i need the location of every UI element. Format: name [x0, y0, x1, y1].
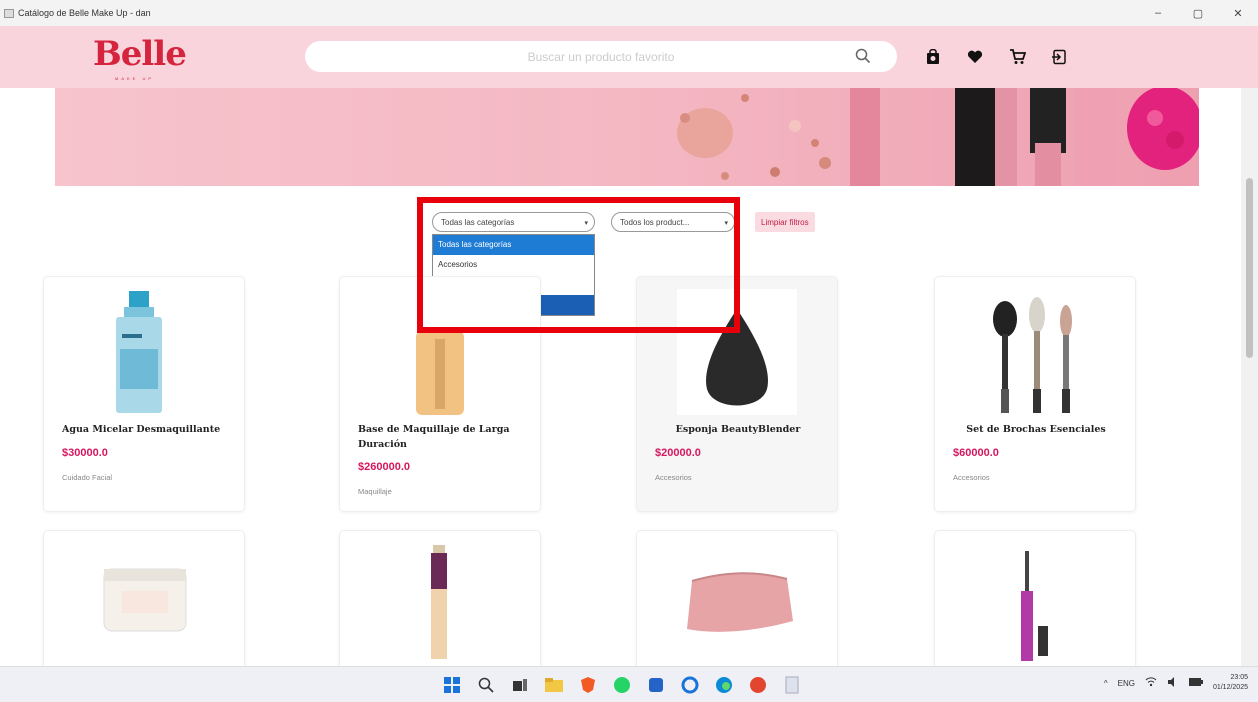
site-header: Belle MAKE UP	[0, 26, 1258, 88]
product-image	[116, 291, 162, 413]
product-category: Cuidado Facial	[62, 473, 113, 482]
product-image	[103, 568, 187, 632]
app-icon[interactable]	[644, 673, 668, 697]
logo[interactable]: Belle	[93, 34, 187, 74]
volume-icon[interactable]	[1167, 677, 1179, 689]
clock-time: 23:05	[1230, 674, 1248, 681]
product-name: Esponja BeautyBlender	[675, 424, 801, 435]
heart-icon[interactable]	[960, 47, 990, 67]
product-card[interactable]: Agua Micelar Desmaquillante $30000.0 Cui…	[43, 276, 245, 512]
scrollbar-thumb[interactable]	[1246, 178, 1253, 358]
wifi-icon[interactable]	[1145, 677, 1157, 689]
app-icon	[4, 8, 14, 18]
close-button[interactable]: ✕	[1218, 0, 1258, 26]
search-icon[interactable]	[855, 48, 871, 69]
window-controls: – ▢ ✕	[1138, 0, 1258, 26]
system-clock[interactable]: 23:05 01/12/2025	[1213, 673, 1248, 693]
product-name: Agua Micelar Desmaquillante	[62, 424, 221, 435]
edge-icon[interactable]	[712, 673, 736, 697]
product-price: $30000.0	[62, 447, 108, 459]
battery-icon[interactable]	[1188, 678, 1203, 688]
logo-subtitle: MAKE UP	[115, 76, 155, 81]
taskbar-apps	[440, 673, 804, 697]
app-icon[interactable]	[746, 673, 770, 697]
page-scrollbar[interactable]	[1241, 88, 1258, 666]
product-category: Accesorios	[655, 473, 692, 482]
cart-icon[interactable]	[1002, 47, 1032, 67]
product-image	[431, 545, 447, 659]
product-image	[687, 572, 793, 632]
product-image	[1021, 551, 1048, 661]
product-card[interactable]	[43, 530, 245, 670]
product-card[interactable]	[636, 530, 838, 670]
windows-start-icon[interactable]	[440, 673, 464, 697]
brave-icon[interactable]	[576, 673, 600, 697]
opera-icon[interactable]	[678, 673, 702, 697]
window-titlebar: Catálogo de Belle Make Up - dan – ▢ ✕	[0, 0, 1258, 26]
product-price: $260000.0	[358, 461, 410, 473]
product-card[interactable]: Set de Brochas Esenciales $60000.0 Acces…	[934, 276, 1136, 512]
chevron-up-icon[interactable]: ^	[1104, 679, 1108, 688]
app-icon[interactable]	[780, 673, 804, 697]
search-bar	[305, 41, 897, 72]
banner-image	[677, 88, 1199, 186]
annotation-highlight-box	[417, 197, 740, 333]
whatsapp-icon[interactable]	[610, 673, 634, 697]
product-name: Base de Maquillaje de Larga Duración	[358, 424, 510, 450]
bag-icon[interactable]	[918, 47, 948, 67]
hero-banner	[55, 88, 1199, 186]
product-card[interactable]	[934, 530, 1136, 670]
search-icon[interactable]	[474, 673, 498, 697]
product-name: Set de Brochas Esenciales	[966, 424, 1106, 435]
header-icons	[918, 47, 1086, 67]
clear-filters-button[interactable]: Limpiar filtros	[755, 212, 815, 232]
file-explorer-icon[interactable]	[542, 673, 566, 697]
window-title: Catálogo de Belle Make Up - dan	[18, 8, 151, 18]
os-taskbar: ^ ENG 23:05 01/12/2025	[0, 666, 1258, 702]
logout-icon[interactable]	[1044, 47, 1074, 67]
product-category: Accesorios	[953, 473, 990, 482]
minimize-button[interactable]: –	[1138, 0, 1178, 26]
system-tray: ^ ENG 23:05 01/12/2025	[1104, 673, 1248, 693]
product-card[interactable]	[339, 530, 541, 670]
product-category: Maquillaje	[358, 487, 392, 496]
product-price: $60000.0	[953, 447, 999, 459]
clock-date: 01/12/2025	[1212, 684, 1248, 691]
maximize-button[interactable]: ▢	[1178, 0, 1218, 26]
product-price: $20000.0	[655, 447, 701, 459]
product-image	[993, 297, 1072, 413]
language-indicator[interactable]: ENG	[1118, 679, 1135, 688]
task-view-icon[interactable]	[508, 673, 532, 697]
search-input[interactable]	[341, 49, 861, 64]
